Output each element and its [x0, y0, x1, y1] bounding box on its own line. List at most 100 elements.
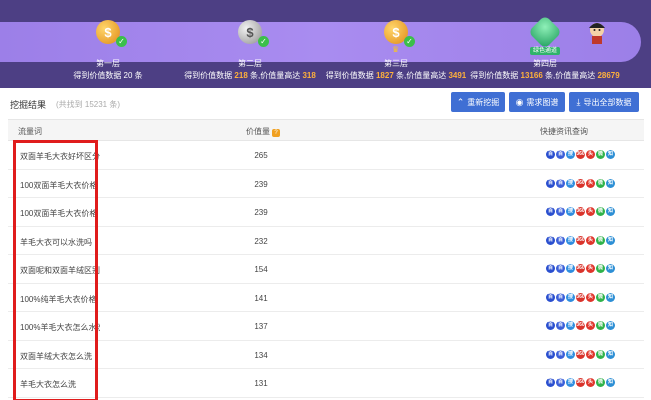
crown-icon: ♛	[392, 45, 400, 54]
zhihu-icon[interactable]: 知	[606, 207, 615, 216]
baidu-icon[interactable]: 百	[546, 178, 555, 188]
wechat-icon[interactable]: 微	[596, 207, 605, 216]
help-icon[interactable]: ?	[272, 129, 280, 137]
quick-links: 百百搜 360 头微知	[546, 235, 615, 245]
keyword-cell[interactable]: 双面羊毛大衣好坏区分	[20, 151, 100, 162]
quick-links: 百百搜 360 头微知	[546, 349, 615, 359]
table-row: 100双面羊毛大衣价格 239 百百搜 360 头微知	[8, 170, 644, 198]
360-icon[interactable]: 360	[576, 321, 585, 330]
zhihu-icon[interactable]: 知	[606, 292, 615, 302]
value-cell: 137	[254, 322, 268, 331]
baidu-mobile-icon[interactable]: 百	[556, 178, 565, 188]
wechat-icon[interactable]: 微	[596, 178, 605, 188]
360-icon[interactable]: 360	[576, 207, 585, 216]
baidu-mobile-icon[interactable]: 百	[556, 264, 565, 273]
eye-icon: ◉	[515, 96, 524, 107]
demand-map-button[interactable]: ◉ 需求图谱	[509, 92, 565, 112]
keyword-cell[interactable]: 双面羊绒大衣怎么洗	[20, 351, 100, 362]
sogou-icon[interactable]: 搜	[566, 235, 575, 245]
zhihu-icon[interactable]: 知	[606, 264, 615, 273]
keyword-cell[interactable]: 双面呢和双面羊绒区别	[20, 265, 100, 276]
sogou-icon[interactable]: 搜	[566, 378, 575, 387]
zhihu-icon[interactable]: 知	[606, 150, 615, 159]
360-icon[interactable]: 360	[576, 264, 585, 273]
toutiao-icon[interactable]: 头	[586, 178, 595, 188]
toutiao-icon[interactable]: 头	[586, 264, 595, 273]
export-all-button[interactable]: ⤓ 导出全部数据	[569, 92, 639, 112]
toutiao-icon[interactable]: 头	[586, 378, 595, 387]
table-row: 100双面羊毛大衣价格 239 百百搜 360 头微知	[8, 198, 644, 227]
level-banner: $ ✓ 第一层 得到价值数据 20 条 $ ✓ 第二层 得到价值数据 218 条,价…	[0, 0, 651, 88]
wechat-icon[interactable]: 微	[596, 349, 605, 359]
value-cell: 232	[254, 236, 268, 246]
baidu-icon[interactable]: 百	[546, 349, 555, 359]
sogou-icon[interactable]: 搜	[566, 321, 575, 330]
360-icon[interactable]: 360	[576, 378, 585, 387]
table-row: 双面呢和双面羊绒区别 154 百百搜 360 头微知	[8, 255, 644, 284]
baidu-icon[interactable]: 百	[546, 150, 555, 159]
level-name: 第三层	[384, 59, 408, 68]
level-desc: 得到价值数据 1827 条,价值量高达 3491	[325, 71, 467, 80]
baidu-mobile-icon[interactable]: 百	[556, 235, 565, 245]
wechat-icon[interactable]: 微	[596, 321, 605, 330]
sogou-icon[interactable]: 搜	[566, 349, 575, 359]
caret-up-icon: ⌃	[456, 96, 465, 107]
wechat-icon[interactable]: 微	[596, 150, 605, 159]
value-cell: 154	[254, 265, 268, 274]
360-icon[interactable]: 360	[576, 150, 585, 159]
toutiao-icon[interactable]: 头	[586, 235, 595, 245]
baidu-icon[interactable]: 百	[546, 292, 555, 302]
360-icon[interactable]: 360	[576, 292, 585, 302]
baidu-mobile-icon[interactable]: 百	[556, 150, 565, 159]
keyword-cell[interactable]: 100双面羊毛大衣价格	[20, 180, 100, 191]
360-icon[interactable]: 360	[576, 178, 585, 188]
sogou-icon[interactable]: 搜	[566, 207, 575, 216]
wechat-icon[interactable]: 微	[596, 235, 605, 245]
zhihu-icon[interactable]: 知	[606, 349, 615, 359]
check-icon: ✓	[404, 36, 415, 47]
baidu-icon[interactable]: 百	[546, 264, 555, 273]
check-icon: ✓	[116, 36, 127, 47]
keyword-cell[interactable]: 100%羊毛大衣怎么水洗	[20, 322, 100, 333]
360-icon[interactable]: 360	[576, 349, 585, 359]
quick-links: 百百搜 360 头微知	[546, 321, 615, 330]
baidu-mobile-icon[interactable]: 百	[556, 292, 565, 302]
baidu-icon[interactable]: 百	[546, 207, 555, 216]
quick-links: 百百搜 360 头微知	[546, 292, 615, 302]
table-body: 双面羊毛大衣好坏区分 265 百百搜 360 头微知 100双面羊毛大衣价格 239 百百搜 3…	[8, 141, 644, 398]
keyword-cell[interactable]: 100%纯羊毛大衣价格	[20, 294, 100, 305]
toutiao-icon[interactable]: 头	[586, 349, 595, 359]
keyword-cell[interactable]: 100双面羊毛大衣价格	[20, 208, 100, 219]
sogou-icon[interactable]: 搜	[566, 150, 575, 159]
zhihu-icon[interactable]: 知	[606, 378, 615, 387]
baidu-mobile-icon[interactable]: 百	[556, 378, 565, 387]
keyword-cell[interactable]: 羊毛大衣可以水洗吗	[20, 237, 100, 248]
baidu-icon[interactable]: 百	[546, 235, 555, 245]
value-cell: 239	[254, 208, 268, 217]
baidu-icon[interactable]: 百	[546, 321, 555, 330]
keyword-cell[interactable]: 羊毛大衣怎么洗	[20, 379, 100, 390]
sogou-icon[interactable]: 搜	[566, 178, 575, 188]
sogou-icon[interactable]: 搜	[566, 264, 575, 273]
results-toolbar: 挖掘结果 (共找到 15231 条) ⌃ 重新挖掘 ◉ 需求图谱 ⤓ 导出全部数据	[0, 92, 651, 116]
wechat-icon[interactable]: 微	[596, 378, 605, 387]
zhihu-icon[interactable]: 知	[606, 321, 615, 330]
zhihu-icon[interactable]: 知	[606, 178, 615, 188]
wechat-icon[interactable]: 微	[596, 292, 605, 302]
baidu-mobile-icon[interactable]: 百	[556, 349, 565, 359]
level-name: 第一层	[96, 59, 120, 68]
toutiao-icon[interactable]: 头	[586, 150, 595, 159]
refresh-dig-button[interactable]: ⌃ 重新挖掘	[451, 92, 505, 112]
toutiao-icon[interactable]: 头	[586, 207, 595, 216]
baidu-mobile-icon[interactable]: 百	[556, 207, 565, 216]
zhihu-icon[interactable]: 知	[606, 235, 615, 245]
360-icon[interactable]: 360	[576, 235, 585, 245]
sogou-icon[interactable]: 搜	[566, 292, 575, 302]
toutiao-icon[interactable]: 头	[586, 292, 595, 302]
baidu-icon[interactable]: 百	[546, 378, 555, 387]
table-row: 羊毛大衣怎么洗 131 百百搜 360 头微知	[8, 369, 644, 398]
wechat-icon[interactable]: 微	[596, 264, 605, 273]
toutiao-icon[interactable]: 头	[586, 321, 595, 330]
value-cell: 134	[254, 350, 268, 360]
baidu-mobile-icon[interactable]: 百	[556, 321, 565, 330]
